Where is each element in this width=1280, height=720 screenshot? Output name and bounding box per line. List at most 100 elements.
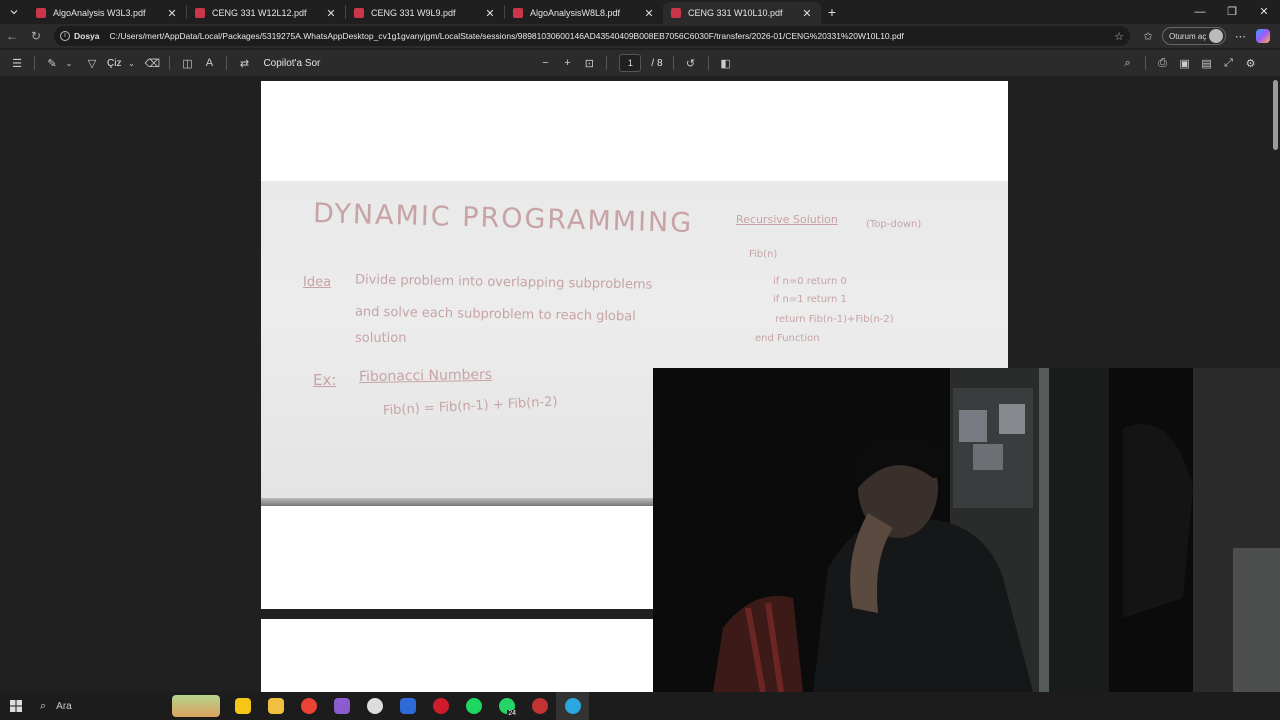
two-page-view-icon[interactable]: ◧	[715, 57, 737, 70]
favorite-star-icon[interactable]: ☆	[1114, 30, 1124, 43]
page-view-icon[interactable]: ◫	[176, 57, 198, 70]
new-tab-button[interactable]: +	[821, 4, 843, 20]
taskbar-app-6[interactable]	[391, 692, 424, 720]
whiteboard-ex-tag: Ex:	[313, 371, 337, 389]
info-icon[interactable]: i	[60, 31, 70, 41]
copilot-icon[interactable]	[1256, 29, 1271, 43]
taskbar-app-chrome[interactable]	[292, 692, 325, 720]
divider	[226, 56, 228, 70]
tab-actions-menu-button[interactable]	[0, 0, 28, 24]
copilot-ask-button[interactable]: Copilot'a Sor	[263, 58, 320, 69]
page-total-label: / 8	[651, 57, 663, 69]
taskbar-app-file-explorer[interactable]	[259, 692, 292, 720]
sticky-notes-icon	[234, 698, 251, 714]
whiteboard-recursive-note: (Top-down)	[866, 219, 922, 230]
search-icon: ⌕	[40, 699, 47, 712]
pdf-file-icon	[195, 8, 205, 18]
url-scheme-label: Dosya	[74, 31, 100, 41]
notification-badge: 24	[507, 710, 517, 717]
whiteboard-recursive-line-3: if n=1 return 1	[773, 294, 847, 305]
whiteboard-ex-title: Fibonacci Numbers	[358, 366, 493, 386]
whiteboard-title: DYNAMIC PROGRAMMING	[312, 198, 694, 239]
back-arrow-icon[interactable]: ←	[0, 29, 24, 43]
close-icon[interactable]: ✕	[325, 7, 337, 20]
app-icon	[399, 698, 416, 714]
divider	[34, 56, 35, 70]
taskbar-app-5[interactable]	[358, 692, 391, 720]
whiteboard-recursive-line-1: Fib(n)	[749, 249, 778, 260]
save-as-icon[interactable]: ▤	[1196, 57, 1218, 70]
fullscreen-icon[interactable]: ⤢	[1218, 57, 1240, 70]
webcam-scene	[653, 368, 1280, 692]
divider	[707, 56, 709, 70]
translate-icon[interactable]: ⇄	[233, 57, 255, 70]
pdf-file-icon	[36, 8, 46, 18]
tab-label: AlgoAnalysis W3L3.pdf	[53, 8, 146, 18]
app-icon	[366, 698, 383, 714]
restore-icon[interactable]: ❐	[1216, 0, 1248, 24]
sign-in-button[interactable]: Oturum aç	[1162, 27, 1227, 45]
tab-0[interactable]: AlgoAnalysis W3L3.pdf ✕	[28, 2, 186, 24]
whiteboard-recursive-line-2: if n=0 return 0	[773, 276, 847, 287]
contents-list-icon[interactable]: ☰	[6, 57, 28, 70]
tab-2[interactable]: CENG 331 W9L9.pdf ✕	[346, 2, 504, 24]
search-icon[interactable]: ⌕	[1117, 57, 1139, 70]
refresh-icon[interactable]: ↻	[24, 29, 48, 43]
taskbar-app-visual-studio[interactable]	[325, 692, 358, 720]
whiteboard-idea-line-3: solution	[355, 331, 407, 346]
tab-1[interactable]: CENG 331 W12L12.pdf ✕	[187, 2, 345, 24]
eraser-icon[interactable]: ⌫	[141, 57, 163, 70]
highlight-icon[interactable]: ✎	[41, 57, 63, 70]
close-icon[interactable]: ✕	[166, 7, 178, 20]
search-highlight-image[interactable]	[172, 695, 220, 717]
scrollbar-thumb[interactable]	[1273, 80, 1278, 150]
taskbar-app-edge[interactable]	[556, 692, 589, 720]
pdf-toolbar: ☰ ✎ ⌄ ▽ Çiz ⌄ ⌫ ◫ A ⇄ Copilot'a Sor − + …	[0, 50, 1280, 76]
browser-actions: ✩ Oturum aç ⋯	[1138, 27, 1271, 45]
start-button[interactable]	[0, 692, 32, 720]
chevron-down-icon[interactable]: ⌄	[63, 59, 75, 68]
save-icon[interactable]: ▣	[1174, 57, 1196, 70]
zoom-in-icon[interactable]: +	[556, 57, 578, 69]
favorites-icon[interactable]: ✩	[1138, 30, 1158, 43]
whiteboard-idea-tag: Idea	[303, 275, 332, 290]
search-label: Ara	[56, 700, 72, 712]
taskbar-search-box[interactable]: ⌕ Ara	[32, 700, 172, 713]
draw-icon[interactable]: ▽	[81, 57, 103, 70]
fit-page-icon[interactable]: ⊡	[578, 57, 600, 70]
taskbar-app-sticky-notes[interactable]	[226, 692, 259, 720]
windows-logo-icon	[10, 700, 22, 712]
minimize-icon[interactable]: —	[1184, 0, 1216, 24]
zoom-out-icon[interactable]: −	[534, 57, 556, 69]
divider	[606, 56, 608, 70]
more-options-icon[interactable]: ⋯	[1230, 30, 1250, 43]
taskbar-app-spotify[interactable]	[457, 692, 490, 720]
chevron-down-icon	[10, 10, 18, 15]
tab-label: AlgoAnalysisW8L8.pdf	[530, 8, 621, 18]
print-icon[interactable]: ⎙	[1152, 57, 1174, 70]
tab-3[interactable]: AlgoAnalysisW8L8.pdf ✕	[505, 2, 663, 24]
url-text: C:/Users/mert/AppData/Local/Packages/531…	[109, 31, 904, 41]
close-icon[interactable]: ✕	[643, 7, 655, 20]
rotate-icon[interactable]: ↺	[680, 57, 702, 70]
draw-label[interactable]: Çiz	[107, 58, 121, 69]
divider	[1144, 56, 1146, 70]
taskbar-app-opera[interactable]	[424, 692, 457, 720]
read-aloud-icon[interactable]: A	[198, 57, 220, 69]
pdf-file-icon	[354, 8, 364, 18]
close-window-icon[interactable]: ✕	[1248, 0, 1280, 24]
taskbar-app-whatsapp[interactable]: 24	[490, 692, 523, 720]
tab-4-active[interactable]: CENG 331 W10L10.pdf ✕	[663, 2, 821, 24]
close-icon[interactable]: ✕	[801, 7, 813, 20]
chevron-down-icon[interactable]: ⌄	[125, 59, 137, 68]
taskbar-app-10[interactable]	[523, 692, 556, 720]
address-bar-row: ← ↻ i Dosya C:/Users/mert/AppData/Local/…	[0, 24, 1280, 48]
whiteboard-recursive-line-4: return Fib(n-1)+Fib(n-2)	[775, 314, 894, 325]
avatar	[1209, 29, 1224, 43]
pdf-file-icon	[671, 8, 681, 18]
close-icon[interactable]: ✕	[484, 7, 496, 20]
whiteboard-idea-line-1: Divide problem into overlapping subprobl…	[354, 272, 653, 293]
address-input[interactable]: i Dosya C:/Users/mert/AppData/Local/Pack…	[54, 26, 1130, 46]
page-number-input[interactable]: 1	[619, 54, 642, 72]
settings-gear-icon[interactable]: ⚙	[1240, 57, 1262, 70]
